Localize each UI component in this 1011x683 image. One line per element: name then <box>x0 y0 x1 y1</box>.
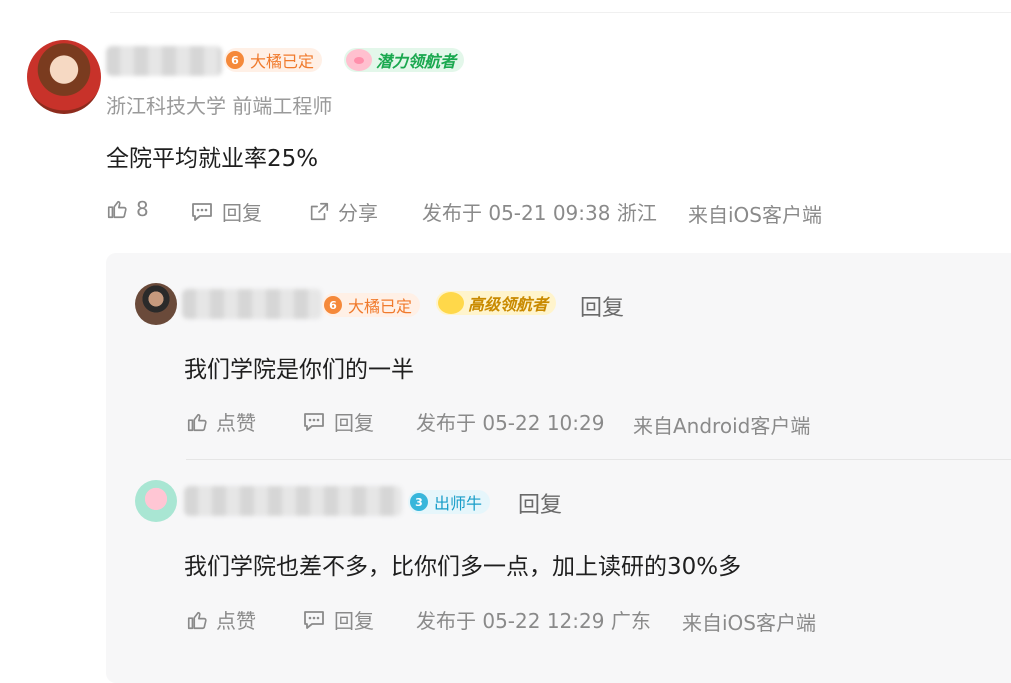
avatar[interactable] <box>27 40 101 114</box>
share-icon <box>310 202 329 220</box>
reply-divider <box>186 459 1011 460</box>
user-profile-subtitle: 浙江科技大学 前端工程师 <box>106 94 333 118</box>
thumb-up-icon <box>107 200 127 219</box>
like-count: 8 <box>136 197 149 221</box>
top-divider <box>110 12 1011 13</box>
like-label: 点赞 <box>216 609 256 633</box>
thumb-up-icon <box>187 611 207 629</box>
title-badge-label: 潜力领航者 <box>376 52 457 71</box>
reply-button[interactable]: 回复 <box>302 605 374 634</box>
post-source: 来自iOS客户端 <box>682 611 816 635</box>
title-badge: 潜力领航者 <box>344 48 465 72</box>
reply-username-blurred[interactable] <box>182 289 322 319</box>
level-icon: 6 <box>324 296 342 314</box>
user-status-badge: 6 大橘已定 <box>224 48 323 72</box>
reply-status-badge: 6 大橘已定 <box>322 293 421 317</box>
reply-to-link[interactable]: 回复 <box>518 487 562 519</box>
comment-content: 全院平均就业率25% <box>106 146 319 172</box>
like-button[interactable]: 点赞 <box>186 407 256 436</box>
comment-icon <box>192 202 212 221</box>
reply-label: 回复 <box>334 609 374 633</box>
reply-button[interactable]: 回复 <box>302 407 374 436</box>
reply-title-badge: 高级领航者 <box>436 291 557 315</box>
reply-username-blurred[interactable] <box>184 486 402 516</box>
share-button[interactable]: 分享 <box>308 197 378 226</box>
chick-icon <box>438 292 464 314</box>
post-time: 发布于 05-21 09:38 浙江 <box>422 201 657 225</box>
status-badge-label: 大橘已定 <box>348 297 413 316</box>
comment-icon <box>304 610 324 629</box>
like-label: 点赞 <box>216 411 256 435</box>
like-button[interactable]: 8 <box>106 197 149 221</box>
username-blurred[interactable] <box>106 46 222 76</box>
reply-content: 我们学院是你们的一半 <box>184 357 414 383</box>
reply-title-badge: 3 出师牛 <box>408 490 491 514</box>
reply-button[interactable]: 回复 <box>190 197 262 226</box>
reply-label: 回复 <box>222 201 262 225</box>
post-source: 来自iOS客户端 <box>688 203 822 227</box>
level-icon: 6 <box>226 51 244 69</box>
reply-label: 回复 <box>334 411 374 435</box>
title-badge-label: 出师牛 <box>434 494 483 513</box>
post-time: 发布于 05-22 10:29 <box>416 411 605 435</box>
status-badge-label: 大橘已定 <box>250 52 315 71</box>
post-source: 来自Android客户端 <box>633 414 811 438</box>
share-label: 分享 <box>338 201 378 225</box>
post-time: 发布于 05-22 12:29 广东 <box>416 609 651 633</box>
reply-avatar[interactable] <box>135 480 177 522</box>
comment-icon <box>304 412 324 431</box>
like-button[interactable]: 点赞 <box>186 605 256 634</box>
reply-content: 我们学院也差不多，比你们多一点，加上读研的30%多 <box>184 554 742 580</box>
pig-icon <box>346 49 372 71</box>
title-badge-label: 高级领航者 <box>468 295 549 314</box>
level-icon: 3 <box>410 493 428 511</box>
reply-to-link[interactable]: 回复 <box>580 290 624 322</box>
reply-avatar[interactable] <box>135 283 177 325</box>
thumb-up-icon <box>187 413 207 431</box>
